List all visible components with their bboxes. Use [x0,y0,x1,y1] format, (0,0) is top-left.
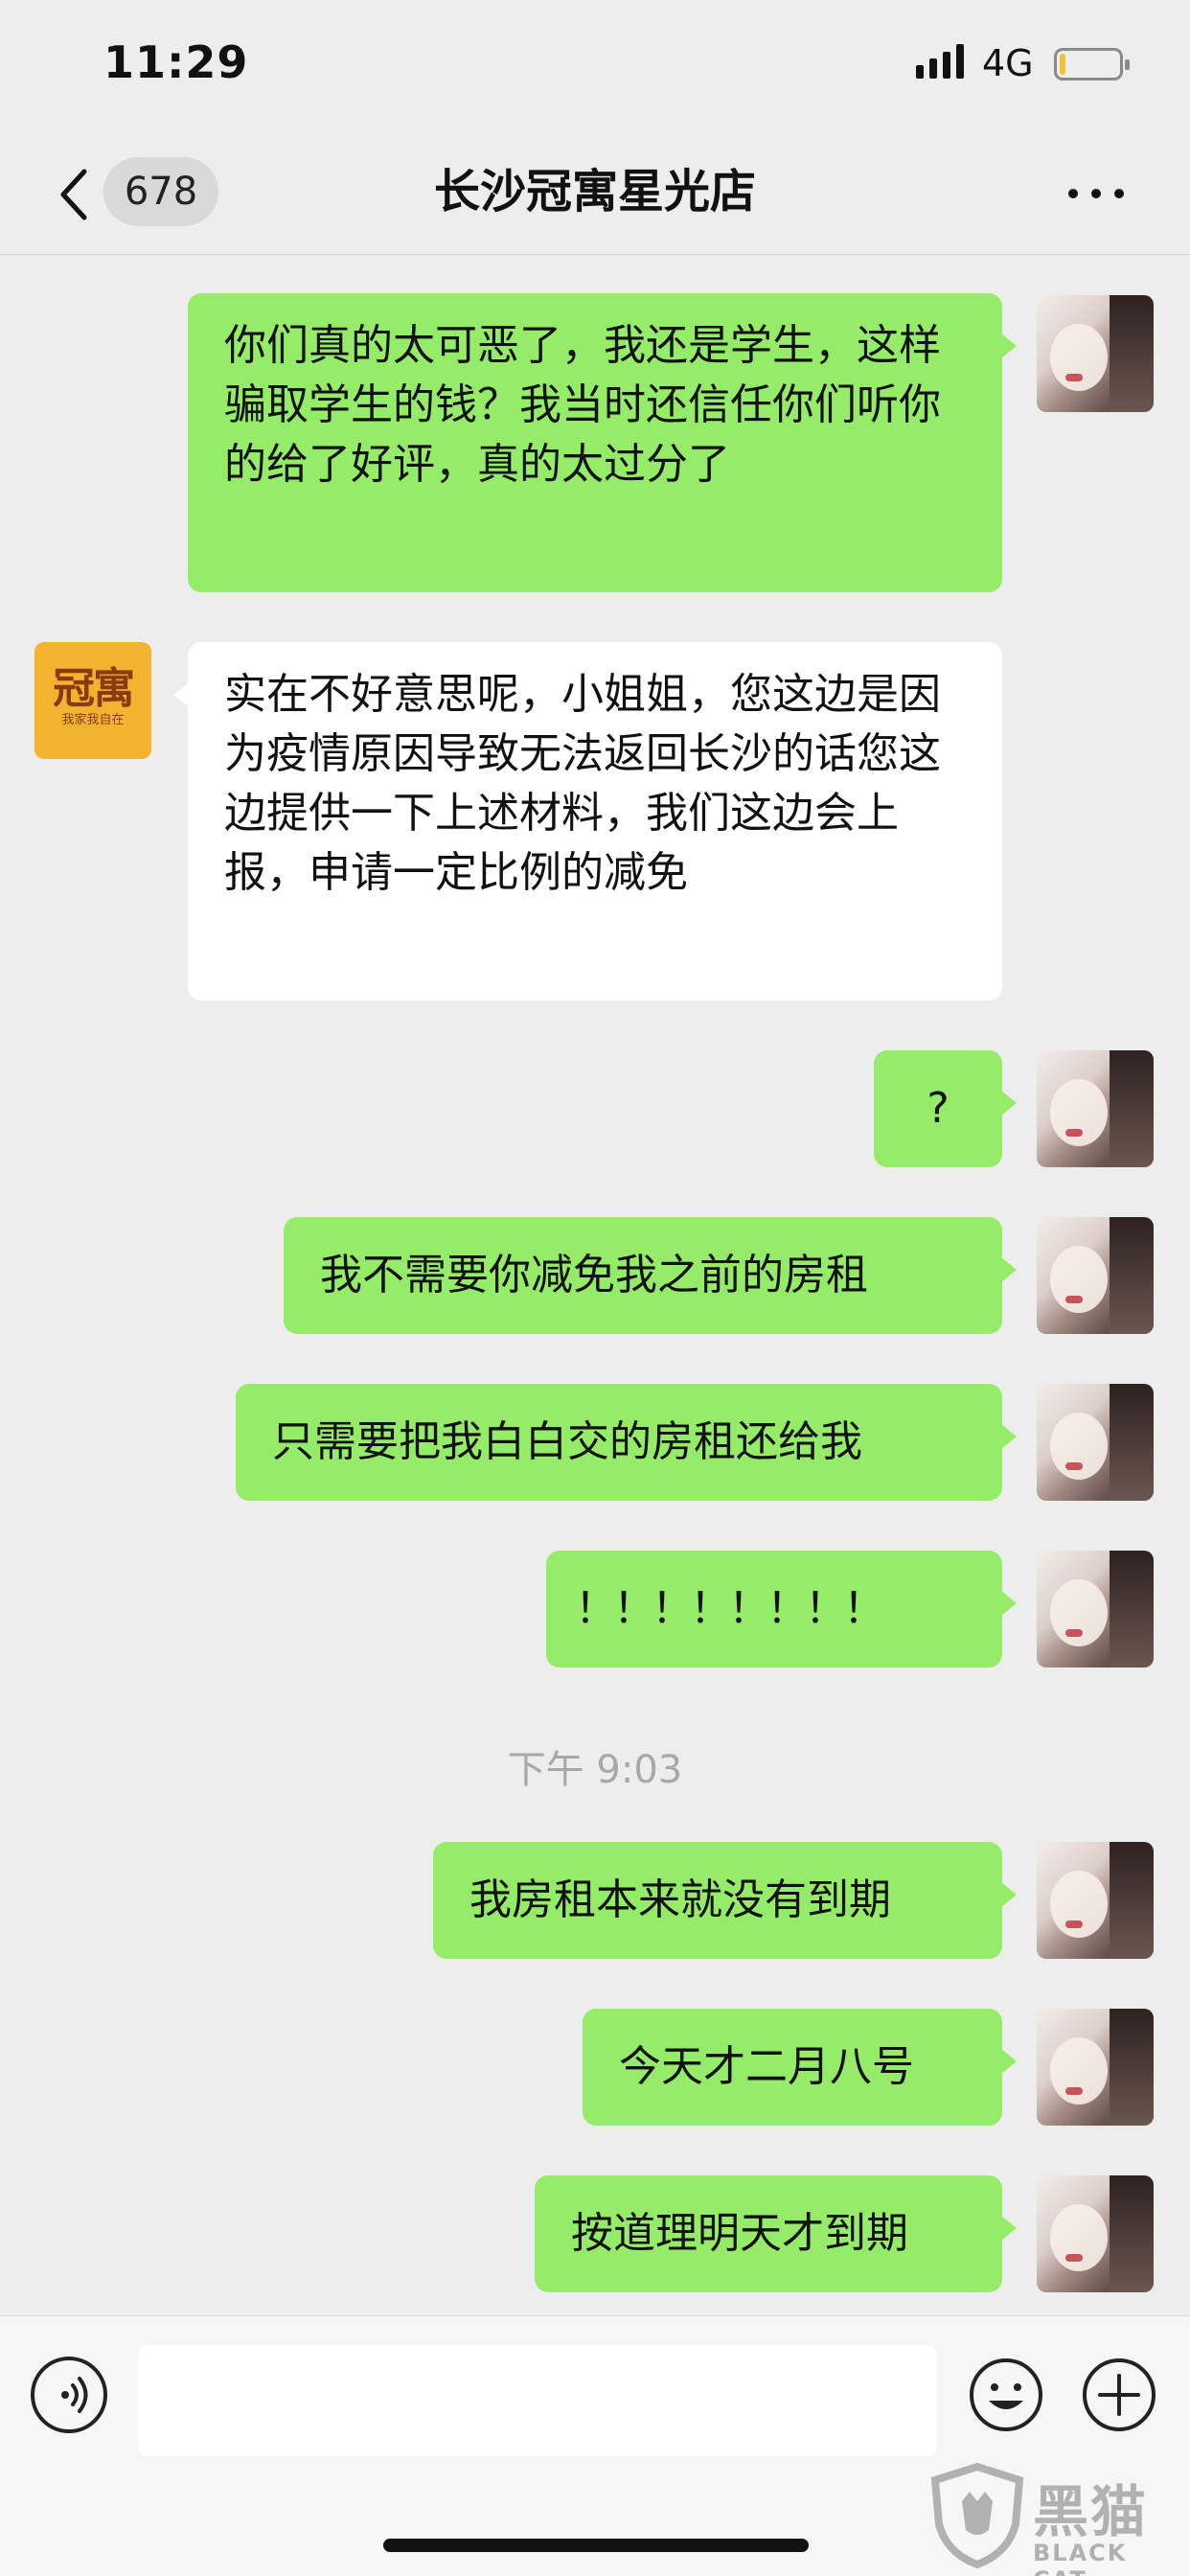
cellular-signal-icon [916,44,964,79]
my-avatar[interactable] [1037,1551,1154,1668]
contact-message-bubble[interactable]: 实在不好意思呢，小姐姐，您这边是因为疫情原因导致无法返回长沙的话您这边提供一下上… [173,642,1002,1000]
my-avatar[interactable] [1037,1384,1154,1501]
my-avatar[interactable] [1037,1217,1154,1334]
battery-icon [1054,48,1130,80]
chat-title: 长沙冠寓星光店 [433,165,756,218]
chat-timestamp: 下午 9:03 [507,1748,683,1792]
message-input[interactable] [138,2345,937,2456]
guanyu-logo: 冠寓 [53,664,135,713]
my-message-bubble[interactable]: 你们真的太可恶了，我还是学生，这样骗取学生的钱？我当时还信任你们听你的给了好评，… [188,293,1017,592]
chat-header: 678 长沙冠寓星光店 [0,134,1190,255]
my-avatar[interactable] [1037,2009,1154,2126]
more-options-icon[interactable] [1065,186,1127,201]
voice-input-icon[interactable] [31,2357,107,2433]
add-attachment-icon[interactable] [1081,2357,1157,2433]
status-bar: 11:29 4G [0,0,1190,134]
black-cat-watermark: 黑猫 BLACK CAT [929,2463,1190,2576]
my-avatar[interactable] [1037,1842,1154,1959]
watermark-chinese-text: 黑猫 [1033,2479,1149,2544]
home-indicator [383,2539,809,2552]
contact-avatar[interactable]: 冠寓 我家我自在 [34,642,151,759]
my-message-bubble[interactable]: 我房租本来就没有到期 [433,1842,1017,1959]
back-chevron-icon[interactable] [56,166,94,223]
my-message-bubble[interactable]: ！！！！！！！！ [546,1551,1017,1668]
my-message-bubble[interactable]: ? [874,1050,1017,1167]
unread-count-badge[interactable]: 678 [103,157,218,226]
emoji-icon[interactable] [968,2357,1044,2433]
my-message-bubble[interactable]: 按道理明天才到期 [535,2175,1017,2292]
my-message-bubble[interactable]: 今天才二月八号 [583,2009,1017,2126]
black-cat-shield-icon [930,2463,1024,2568]
watermark-english-text: BLACK CAT [1033,2540,1128,2576]
guanyu-logo-subtext: 我家我自在 [61,713,125,727]
my-message-bubble[interactable]: 只需要把我白白交的房租还给我 [236,1384,1017,1501]
my-avatar[interactable] [1037,2175,1154,2292]
my-message-bubble[interactable]: 我不需要你减免我之前的房租 [284,1217,1017,1334]
my-avatar[interactable] [1037,1050,1154,1167]
network-type: 4G [982,42,1034,84]
my-avatar[interactable] [1037,295,1154,412]
status-time: 11:29 [103,36,249,88]
